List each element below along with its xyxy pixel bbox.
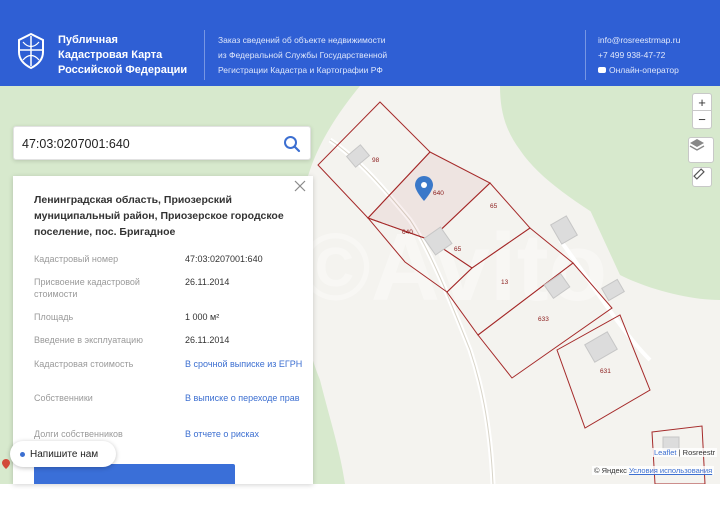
header-divider: [204, 30, 205, 80]
contact-email[interactable]: info@rosreestrmap.ru: [598, 33, 680, 48]
service-description: Заказ сведений об объекте недвижимости и…: [218, 33, 387, 78]
contacts: info@rosreestrmap.ru +7 499 938-47-72 Он…: [598, 33, 680, 78]
yandex-copyright: © Яндекс: [594, 466, 627, 475]
ruler-button[interactable]: [692, 167, 712, 187]
object-address: Ленинградская область, Приозерский муниц…: [34, 194, 284, 238]
order-button[interactable]: [34, 464, 235, 484]
chat-icon: [598, 67, 606, 73]
search-icon[interactable]: [282, 134, 302, 154]
brand-title[interactable]: Публичная Кадастровая Карта Российской Ф…: [58, 33, 187, 78]
info-value: 26.11.2014: [185, 277, 230, 287]
leaflet-link[interactable]: Leaflet: [654, 448, 677, 457]
layers-button[interactable]: [688, 137, 714, 163]
rosreestr-credit: Rosreestr: [682, 448, 716, 457]
brand-line: Публичная: [58, 34, 118, 46]
brand-line: Российской Федерации: [58, 64, 188, 76]
logo-icon[interactable]: [16, 32, 46, 70]
ruler-icon: [693, 168, 705, 180]
online-operator-label: Онлайн-оператор: [609, 65, 679, 75]
service-line: Регистрации Кадастра и Картографии РФ: [218, 65, 383, 75]
search-input[interactable]: [22, 134, 272, 154]
online-status-icon: [20, 451, 25, 457]
plot-label: 640: [402, 229, 413, 236]
info-label: Кадастровый номер: [34, 254, 119, 264]
zoom-in-button[interactable]: +: [692, 93, 712, 111]
contact-phone[interactable]: +7 499 938-47-72: [598, 48, 680, 63]
location-pin-icon: [2, 459, 10, 469]
close-icon[interactable]: [293, 179, 307, 193]
risk-report-link[interactable]: В отчете о рисках: [185, 428, 305, 440]
building: [345, 144, 371, 168]
layers-icon: [689, 139, 705, 151]
info-value: 1 000 м²: [185, 312, 220, 322]
chat-label: Напишите нам: [30, 448, 99, 460]
info-label: Собственники: [34, 393, 93, 403]
service-line: Заказ сведений об объекте недвижимости: [218, 35, 386, 45]
yandex-attribution: © Яндекс Условия использования: [592, 466, 715, 475]
terms-link[interactable]: Условия использования: [629, 466, 712, 475]
plot-label: 65: [490, 203, 498, 210]
plot-label: 640: [433, 190, 444, 197]
building: [584, 331, 618, 363]
plot-label: 13: [501, 279, 509, 286]
info-label: Присвоение кадастровой стоимости: [34, 277, 140, 299]
service-line: из Федеральной Службы Государственной: [218, 50, 388, 60]
zoom-out-button[interactable]: −: [692, 111, 712, 129]
plot-label: 631: [600, 368, 611, 375]
info-value: 26.11.2014: [185, 335, 230, 345]
object-info-panel: Ленинградская область, Приозерский муниц…: [13, 176, 313, 484]
info-label: Долги собственников: [34, 429, 123, 439]
brand-line: Кадастровая Карта: [58, 49, 163, 61]
site-header: Публичная Кадастровая Карта Российской Ф…: [0, 0, 720, 86]
leaflet-attribution: Leaflet | Rosreestr: [652, 448, 718, 457]
plot-label: 633: [538, 316, 549, 323]
rights-transfer-link[interactable]: В выписке о переходе прав: [185, 392, 305, 404]
online-operator-link[interactable]: Онлайн-оператор: [598, 63, 680, 78]
cadastral-search: [13, 126, 311, 160]
header-divider: [585, 30, 586, 80]
egrn-extract-link[interactable]: В срочной выписке из ЕГРН: [185, 358, 305, 370]
plot-label: 98: [372, 157, 380, 164]
plot-label: 65: [454, 246, 462, 253]
chat-widget[interactable]: Напишите нам: [10, 441, 116, 467]
info-label: Кадастровая стоимость: [34, 359, 134, 369]
info-value: 47:03:0207001:640: [185, 254, 263, 264]
info-label: Введение в эксплуатацию: [34, 335, 143, 345]
info-label: Площадь: [34, 312, 74, 322]
